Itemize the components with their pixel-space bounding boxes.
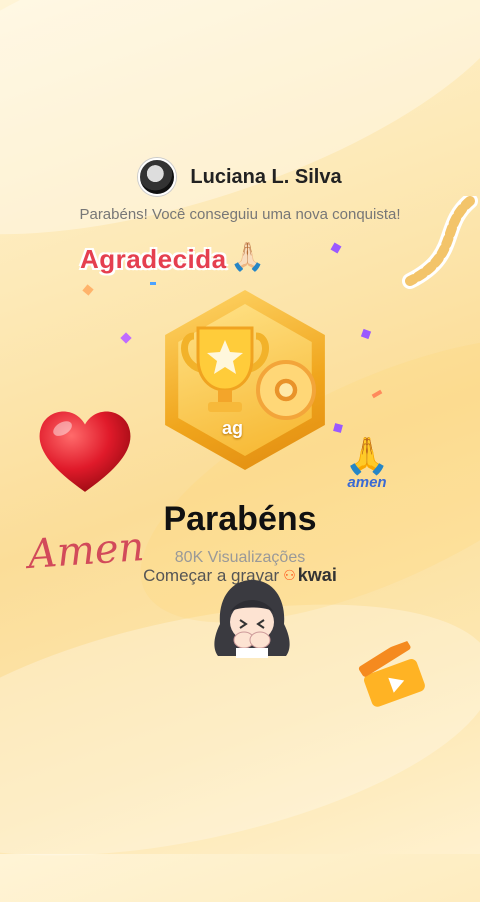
agradecida-sticker: Agradecida — [80, 244, 227, 274]
confetti-piece — [330, 242, 342, 254]
confetti-piece — [120, 332, 132, 344]
confetti-piece — [371, 389, 383, 399]
avatar[interactable] — [138, 158, 177, 196]
badge-label: ag — [222, 418, 244, 438]
trophy-icon — [181, 326, 269, 412]
heart-icon — [39, 411, 131, 492]
anime-girl-sticker — [214, 580, 290, 658]
praying-hands-icon: 🙏 — [344, 435, 390, 476]
clapperboard-icon — [358, 639, 425, 707]
confetti-piece — [150, 282, 156, 285]
achievement-subtitle: Parabéns! Você conseguiu uma nova conqui… — [79, 206, 401, 223]
username[interactable]: Luciana L. Silva — [190, 166, 341, 189]
confetti-piece — [360, 328, 372, 340]
confetti-piece — [333, 423, 343, 433]
user-header: Luciana L. Silva — [0, 158, 480, 196]
praying-hands-icon: 🙏🏻 — [230, 241, 265, 272]
confetti-piece — [82, 284, 94, 296]
kwai-brand-name: kwai — [297, 565, 337, 585]
amen-small-label: amen — [347, 474, 387, 491]
amen-sticker: 🙏 amen — [340, 438, 394, 492]
achievement-badge: ag — [160, 290, 330, 470]
film-reel-icon — [256, 360, 316, 420]
